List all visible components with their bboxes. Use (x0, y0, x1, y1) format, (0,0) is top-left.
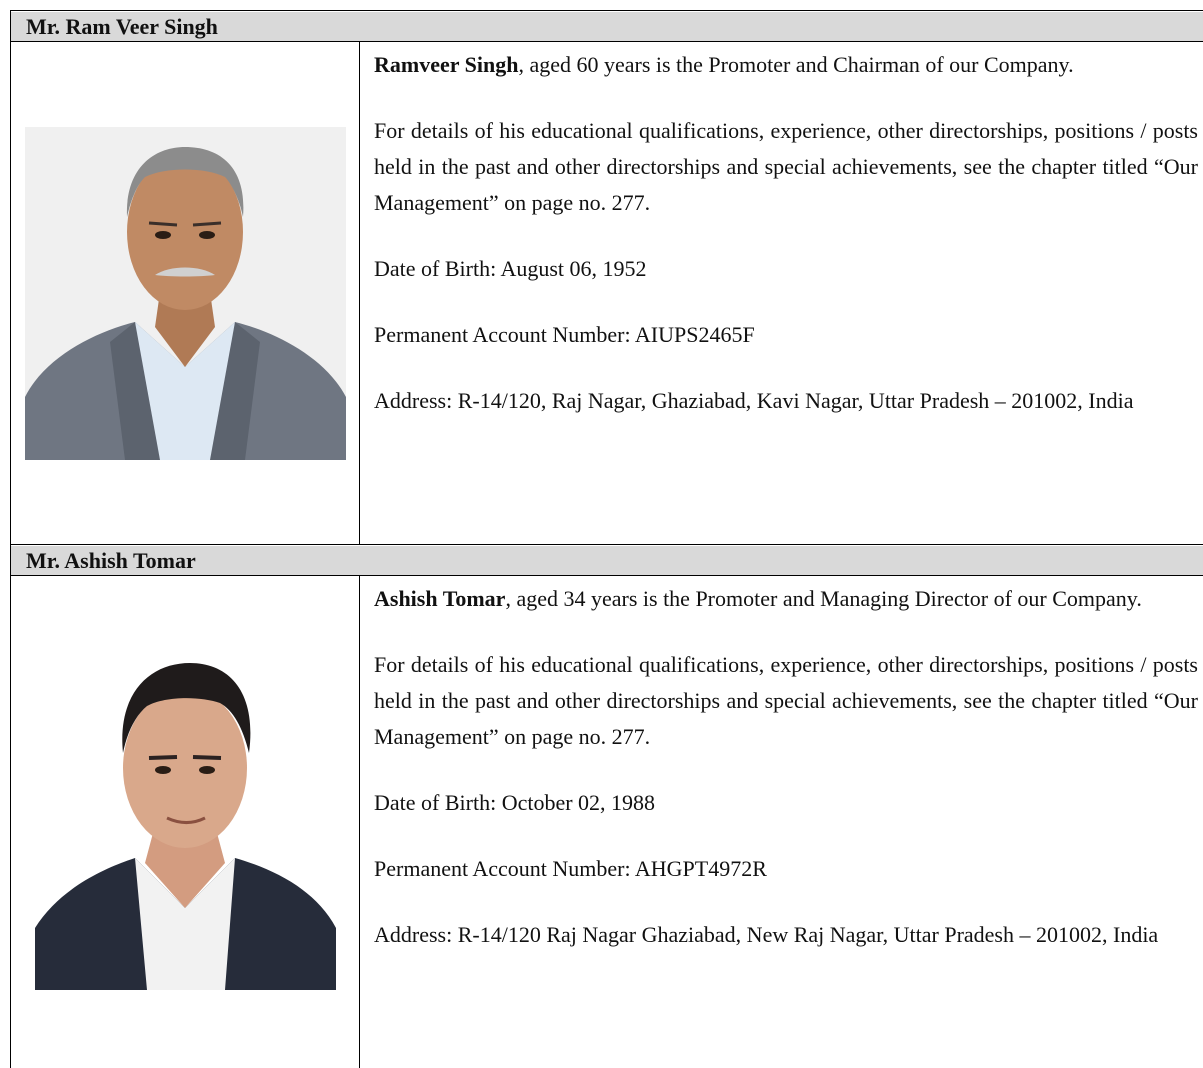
promoter-dob: Date of Birth: August 06, 1952 (374, 256, 647, 281)
section-header-ashish-tomar: Mr. Ashish Tomar (11, 546, 1203, 575)
section-2-top-border (10, 544, 1203, 545)
table-left-border (10, 10, 11, 1068)
promoter-dob: Date of Birth: October 02, 1988 (374, 790, 656, 815)
section-2-header-bottom-border (10, 575, 1203, 576)
promoter-photo-ram-veer-singh (25, 127, 346, 460)
promoter-intro-text: , aged 60 years is the Promoter and Chai… (518, 52, 1074, 77)
promoter-name: Ashish Tomar (374, 586, 506, 611)
promoter-details-text: For details of his educational qualifica… (374, 652, 1198, 749)
promoter-intro: Ramveer Singh, aged 60 years is the Prom… (374, 47, 1198, 83)
promoter-details-ram-veer-singh: Ramveer Singh, aged 60 years is the Prom… (374, 47, 1198, 449)
column-divider-2 (359, 576, 360, 1068)
promoter-pan: Permanent Account Number: AIUPS2465F (374, 322, 755, 347)
promoter-address: Address: R-14/120, Raj Nagar, Ghaziabad,… (374, 388, 1134, 413)
promoter-intro-text: , aged 34 years is the Promoter and Mana… (505, 586, 1142, 611)
section-1-header-bottom-border (10, 41, 1203, 42)
table-top-border (10, 10, 1203, 11)
promoter-address: Address: R-14/120 Raj Nagar Ghaziabad, N… (374, 922, 1159, 947)
promoter-name: Ramveer Singh (374, 52, 519, 77)
promoter-details-ashish-tomar: Ashish Tomar, aged 34 years is the Promo… (374, 581, 1198, 983)
column-divider-1 (359, 42, 360, 544)
promoter-photo-ashish-tomar (35, 658, 336, 990)
section-header-ram-veer-singh: Mr. Ram Veer Singh (11, 12, 1203, 41)
promoter-pan: Permanent Account Number: AHGPT4972R (374, 856, 767, 881)
promoter-intro: Ashish Tomar, aged 34 years is the Promo… (374, 581, 1198, 617)
promoter-details-text: For details of his educational qualifica… (374, 118, 1198, 215)
